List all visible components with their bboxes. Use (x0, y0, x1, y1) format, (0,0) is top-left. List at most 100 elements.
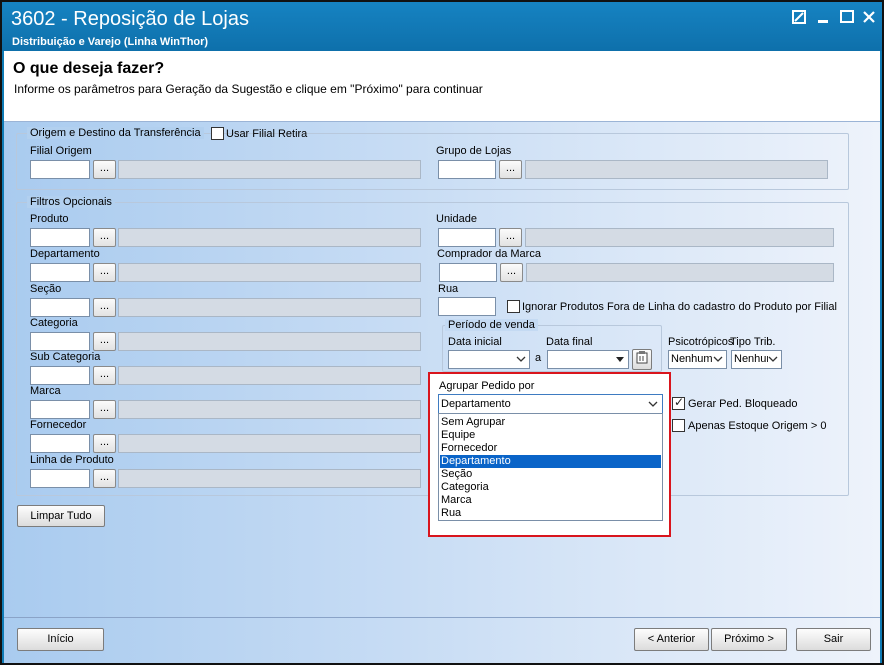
grupo-lojas-description (525, 160, 828, 179)
produto-search-button[interactable]: ... (93, 228, 116, 247)
fornecedor-input[interactable] (30, 434, 90, 453)
secao-search-button[interactable]: ... (93, 298, 116, 317)
fornecedor-label: Fornecedor (30, 419, 87, 431)
secao-input[interactable] (30, 298, 90, 317)
tipo-trib-select[interactable]: Nenhum (731, 350, 782, 369)
wizard-header: O que deseja fazer? Informe os parâmetro… (4, 51, 880, 121)
dropdown-arrow-icon (615, 351, 625, 368)
psicotropicos-select[interactable]: Nenhum (668, 350, 727, 369)
agrupar-option-fornecedor[interactable]: Fornecedor (441, 442, 497, 455)
gerar-ped-bloqueado-label: Gerar Ped. Bloqueado (688, 398, 798, 410)
main-window: 3602 - Reposição de Lojas Distribuição e… (0, 0, 884, 665)
tipo-trib-label: Tipo Trib. (730, 336, 776, 348)
filtros-legend: Filtros Opcionais (27, 196, 115, 208)
grupo-lojas-search-button[interactable]: ... (499, 160, 522, 179)
filial-origem-label: Filial Origem (30, 145, 92, 157)
subcategoria-description (118, 366, 421, 385)
categoria-search-button[interactable]: ... (93, 332, 116, 351)
secao-description (118, 298, 421, 317)
limpar-tudo-button[interactable]: Limpar Tudo (17, 505, 105, 527)
comprador-marca-search-button[interactable]: ... (500, 263, 523, 282)
departamento-label: Departamento (30, 248, 100, 260)
unidade-description (525, 228, 834, 247)
psicotropicos-value: Nenhum (671, 353, 713, 365)
unidade-search-button[interactable]: ... (499, 228, 522, 247)
chevron-down-icon (768, 351, 778, 368)
departamento-description (118, 263, 421, 282)
unidade-label: Unidade (436, 213, 477, 225)
periodo-venda-legend: Período de venda (445, 319, 538, 331)
minimize-icon[interactable] (814, 10, 832, 26)
unidade-input[interactable] (438, 228, 496, 247)
date-range-separator: a (535, 352, 542, 364)
agrupar-option-rua[interactable]: Rua (441, 507, 461, 520)
rua-label: Rua (438, 283, 459, 295)
filial-origem-input[interactable] (30, 160, 90, 179)
agrupar-option-categoria[interactable]: Categoria (441, 481, 489, 494)
data-final-label: Data final (546, 336, 593, 348)
marca-label: Marca (30, 385, 61, 397)
fornecedor-search-button[interactable]: ... (93, 434, 116, 453)
proximo-button[interactable]: Próximo > (711, 628, 787, 651)
agrupar-dropdown-list: Sem Agrupar Equipe Fornecedor Departamen… (438, 413, 663, 521)
inicio-button[interactable]: Início (17, 628, 104, 651)
grupo-lojas-input[interactable] (438, 160, 496, 179)
produto-description (118, 228, 421, 247)
window-subtitle: Distribuição e Varejo (Linha WinThor) (12, 36, 209, 48)
linha-produto-description (118, 469, 421, 488)
agrupar-selected-value: Departamento (441, 398, 511, 410)
marca-search-button[interactable]: ... (93, 400, 116, 419)
rua-input[interactable] (438, 297, 496, 316)
calendar-icon[interactable] (632, 349, 652, 370)
departamento-search-button[interactable]: ... (93, 263, 116, 282)
filial-origem-description (118, 160, 421, 179)
agrupar-option-sem-agrupar[interactable]: Sem Agrupar (441, 416, 505, 429)
produto-input[interactable] (30, 228, 90, 247)
marca-input[interactable] (30, 400, 90, 419)
ignorar-fora-linha-label: Ignorar Produtos Fora de Linha do cadast… (522, 301, 837, 313)
linha-produto-input[interactable] (30, 469, 90, 488)
agrupar-select[interactable]: Departamento (438, 394, 663, 414)
close-icon[interactable] (860, 10, 878, 26)
chevron-down-icon (713, 351, 723, 368)
produto-label: Produto (30, 213, 69, 225)
agrupar-option-secao[interactable]: Seção (441, 468, 472, 481)
ignorar-fora-linha-checkbox[interactable] (507, 300, 520, 313)
data-inicial-label: Data inicial (448, 336, 502, 348)
chevron-down-icon (516, 351, 526, 368)
secao-label: Seção (30, 283, 62, 295)
restore-icon[interactable] (790, 10, 808, 26)
chevron-down-icon (648, 395, 658, 413)
categoria-label: Categoria (30, 317, 78, 329)
apenas-estoque-checkbox[interactable] (672, 419, 685, 432)
page-title: O que deseja fazer? (13, 60, 165, 77)
categoria-input[interactable] (30, 332, 90, 351)
filial-origem-search-button[interactable]: ... (93, 160, 116, 179)
departamento-input[interactable] (30, 263, 90, 282)
agrupar-label: Agrupar Pedido por (439, 380, 535, 392)
comprador-marca-label: Comprador da Marca (437, 248, 541, 260)
psicotropicos-label: Psicotrópicos (668, 336, 734, 348)
apenas-estoque-label: Apenas Estoque Origem > 0 (688, 420, 827, 432)
linha-produto-search-button[interactable]: ... (93, 469, 116, 488)
agrupar-option-equipe[interactable]: Equipe (441, 429, 475, 442)
grupo-lojas-label: Grupo de Lojas (436, 145, 512, 157)
marca-description (118, 400, 421, 419)
subcategoria-search-button[interactable]: ... (93, 366, 116, 385)
linha-produto-label: Linha de Produto (30, 454, 114, 466)
window-title: 3602 - Reposição de Lojas (11, 8, 249, 30)
data-final-picker[interactable] (547, 350, 629, 369)
subcategoria-input[interactable] (30, 366, 90, 385)
anterior-button[interactable]: < Anterior (634, 628, 709, 651)
agrupar-option-marca[interactable]: Marca (441, 494, 472, 507)
gerar-ped-bloqueado-checkbox[interactable] (672, 395, 685, 410)
sair-button[interactable]: Sair (796, 628, 871, 651)
maximize-icon[interactable] (838, 10, 856, 26)
fornecedor-description (118, 434, 421, 453)
data-inicial-picker[interactable] (448, 350, 530, 369)
subcategoria-label: Sub Categoria (30, 351, 101, 363)
agrupar-option-departamento[interactable]: Departamento (440, 455, 661, 468)
comprador-marca-input[interactable] (439, 263, 497, 282)
usar-filial-retira-checkbox[interactable] (211, 127, 224, 140)
categoria-description (118, 332, 421, 351)
